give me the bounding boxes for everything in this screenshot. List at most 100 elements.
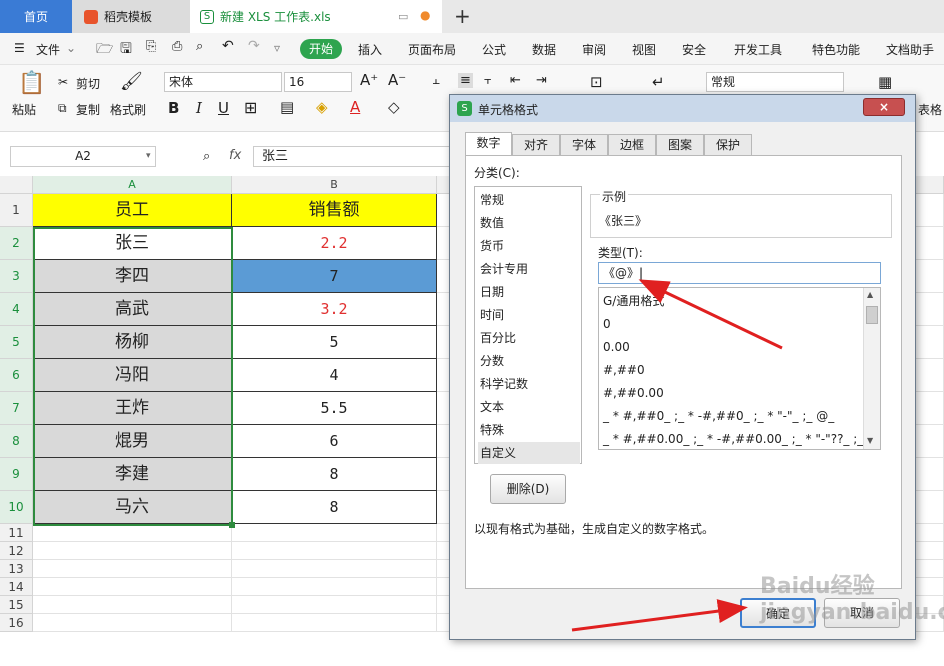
sales-cell[interactable]: 4 <box>232 359 437 392</box>
row-header[interactable]: 13 <box>0 560 33 578</box>
category-item[interactable]: 数值 <box>478 212 580 234</box>
menu-file[interactable]: 文件 <box>36 41 60 58</box>
close-button[interactable]: × <box>863 98 905 116</box>
align-middle-icon[interactable]: ≡ <box>458 73 473 88</box>
employee-cell[interactable]: 王炸 <box>33 392 232 425</box>
row-header[interactable]: 7 <box>0 392 33 425</box>
tab-alignment[interactable]: 对齐 <box>512 134 560 156</box>
sales-cell[interactable]: 8 <box>232 491 437 524</box>
print-icon[interactable]: ⎙ <box>172 39 182 54</box>
name-box[interactable]: A2 <box>10 146 156 167</box>
redo-icon[interactable]: ↷ <box>248 38 260 54</box>
scroll-thumb[interactable] <box>866 306 878 324</box>
copy-icon[interactable]: ⧉ <box>58 101 67 116</box>
row-header[interactable]: 10 <box>0 491 33 524</box>
empty-cell[interactable] <box>232 542 437 560</box>
row-header[interactable]: 4 <box>0 293 33 326</box>
category-item[interactable]: 科学记数 <box>478 373 580 395</box>
menu-assistant[interactable]: 文档助手 <box>886 41 934 58</box>
menu-features[interactable]: 特色功能 <box>812 41 860 58</box>
tab-file[interactable]: S 新建 XLS 工作表.xls ▭ ● <box>190 0 442 33</box>
undo-icon[interactable]: ↶ <box>222 38 234 54</box>
tab-pattern[interactable]: 图案 <box>656 134 704 156</box>
row-header[interactable]: 15 <box>0 596 33 614</box>
format-code-item[interactable]: 0 <box>603 313 611 336</box>
empty-cell[interactable] <box>232 596 437 614</box>
tab-font[interactable]: 字体 <box>560 134 608 156</box>
tab-template[interactable]: 稻壳模板 <box>72 0 190 33</box>
bold-icon[interactable]: B <box>168 99 179 117</box>
menu-view[interactable]: 视图 <box>632 41 656 58</box>
empty-cell[interactable] <box>232 524 437 542</box>
menu-review[interactable]: 审阅 <box>582 41 606 58</box>
employee-cell[interactable]: 高武 <box>33 293 232 326</box>
formula-input[interactable]: 张三 <box>253 146 453 167</box>
sales-cell[interactable]: 2.2 <box>232 227 437 260</box>
tab-protection[interactable]: 保护 <box>704 134 752 156</box>
row-header[interactable]: 2 <box>0 227 33 260</box>
print-preview-icon[interactable]: ⌕ <box>196 39 203 54</box>
format-code-item[interactable]: G/通用格式 <box>603 290 664 313</box>
employee-cell[interactable]: 冯阳 <box>33 359 232 392</box>
sales-cell[interactable]: 5.5 <box>232 392 437 425</box>
ok-button[interactable]: 确定 <box>740 598 816 628</box>
cancel-button[interactable]: 取消 <box>824 598 900 628</box>
namebox-dropdown-icon[interactable]: ▾ <box>146 151 151 161</box>
employee-cell[interactable]: 杨柳 <box>33 326 232 359</box>
align-top-icon[interactable]: ⫠ <box>432 73 440 88</box>
row-header[interactable]: 11 <box>0 524 33 542</box>
row-header[interactable]: 1 <box>0 194 33 227</box>
category-item[interactable]: 会计专用 <box>478 258 580 280</box>
row-header[interactable]: 8 <box>0 425 33 458</box>
indent-increase-icon[interactable]: ⇥ <box>536 73 547 88</box>
column-header-a[interactable]: A <box>33 176 232 194</box>
cell-style-icon[interactable]: ▤ <box>280 98 294 116</box>
monitor-icon[interactable]: ▭ <box>398 10 408 23</box>
type-input[interactable]: 《@》| <box>598 262 881 284</box>
row-header[interactable]: 5 <box>0 326 33 359</box>
row-header[interactable]: 3 <box>0 260 33 293</box>
format-list-scrollbar[interactable]: ▲ ▼ <box>863 288 880 449</box>
header-cell-sales[interactable]: 销售额 <box>232 194 437 227</box>
row-header[interactable]: 9 <box>0 458 33 491</box>
hamburger-icon[interactable]: ☰ <box>14 41 25 55</box>
employee-cell[interactable]: 张三 <box>33 227 232 260</box>
empty-cell[interactable] <box>33 596 232 614</box>
category-item[interactable]: 时间 <box>478 304 580 326</box>
employee-cell[interactable]: 焜男 <box>33 425 232 458</box>
format-painter-label[interactable]: 格式刷 <box>110 101 146 118</box>
new-tab-button[interactable]: + <box>454 4 471 28</box>
empty-cell[interactable] <box>33 614 232 632</box>
menu-insert[interactable]: 插入 <box>358 41 382 58</box>
border-icon[interactable]: ⊞ <box>244 98 257 117</box>
category-item[interactable]: 常规 <box>478 189 580 211</box>
wrap-icon[interactable]: ↵ <box>652 73 665 91</box>
zoom-icon[interactable]: ⌕ <box>203 149 210 164</box>
menu-page-layout[interactable]: 页面布局 <box>408 41 456 58</box>
empty-cell[interactable] <box>232 578 437 596</box>
empty-cell[interactable] <box>232 614 437 632</box>
sales-cell[interactable]: 6 <box>232 425 437 458</box>
increase-font-icon[interactable]: A⁺ <box>360 71 378 89</box>
category-item[interactable]: 日期 <box>478 281 580 303</box>
sales-cell[interactable]: 7 <box>232 260 437 293</box>
row-header[interactable]: 16 <box>0 614 33 632</box>
format-painter-icon[interactable]: 🖌 <box>120 71 143 92</box>
category-item[interactable]: 货币 <box>478 235 580 257</box>
employee-cell[interactable]: 李四 <box>33 260 232 293</box>
category-item[interactable]: 百分比 <box>478 327 580 349</box>
number-format-select[interactable]: 常规 <box>706 72 844 92</box>
merge-icon[interactable]: ⊡ <box>590 73 603 91</box>
format-code-list[interactable]: _ * #,##0.00_ ;_ * -#,##0.00_ ;_ * "-"??… <box>598 287 881 450</box>
menu-data[interactable]: 数据 <box>532 41 556 58</box>
row-header[interactable]: 12 <box>0 542 33 560</box>
fill-color-icon[interactable]: ◈ <box>316 98 328 116</box>
menu-start[interactable]: 开始 <box>300 39 342 59</box>
cut-label[interactable]: 剪切 <box>76 75 100 92</box>
format-code-item[interactable]: _ * #,##0_ ;_ * -#,##0_ ;_ * "-"_ ;_ @_ <box>603 405 834 428</box>
fx-icon[interactable]: fx <box>229 148 241 163</box>
format-code-item[interactable]: _ * #,##0.00_ ;_ * -#,##0.00_ ;_ * "-"??… <box>603 428 880 449</box>
category-item[interactable]: 分数 <box>478 350 580 372</box>
dialog-titlebar[interactable]: S 单元格格式 × <box>450 95 915 122</box>
row-header[interactable]: 14 <box>0 578 33 596</box>
